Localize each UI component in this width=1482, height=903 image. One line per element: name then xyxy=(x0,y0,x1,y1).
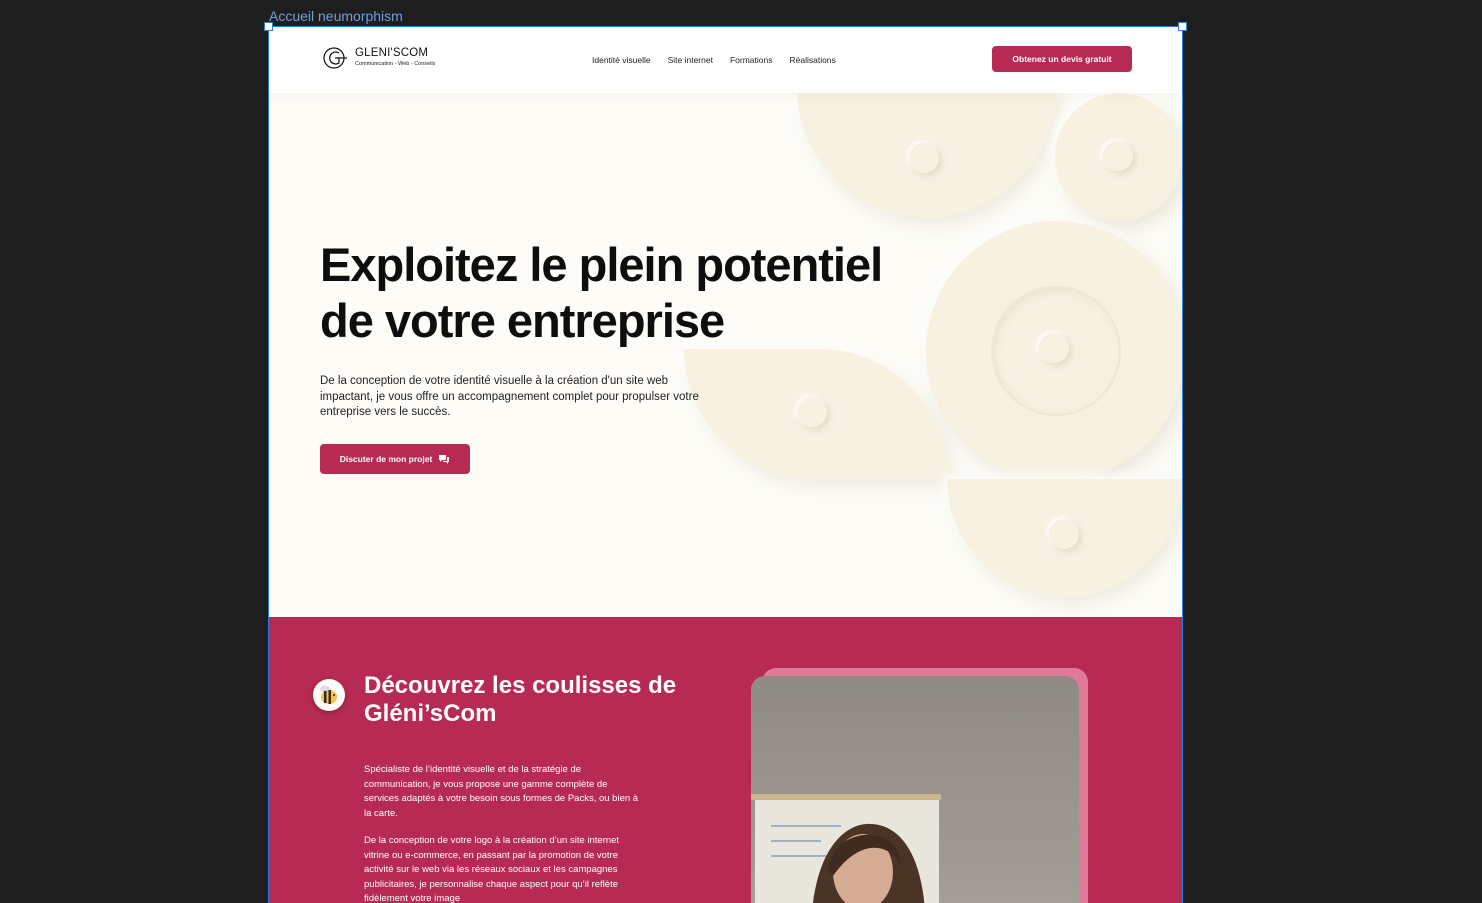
bee-icon xyxy=(313,679,345,711)
chat-icon xyxy=(439,454,450,464)
decor-dot-3 xyxy=(1039,333,1069,363)
decor-dot-5 xyxy=(1049,519,1079,549)
nav-item-formations[interactable]: Formations xyxy=(730,55,773,65)
decor-dot-4 xyxy=(797,397,827,427)
decor-dot-2 xyxy=(1103,141,1133,171)
frame-label: Accueil neumorphism xyxy=(269,8,403,24)
nav-item-identite-visuelle[interactable]: Identité visuelle xyxy=(592,55,651,65)
hero-section: Exploitez le plein potentiel de votre en… xyxy=(269,93,1182,617)
about-paragraph-1: Spécialiste de l’identité visuelle et de… xyxy=(364,764,639,819)
resize-handle-top-right[interactable] xyxy=(1178,22,1187,31)
about-title: Découvrez les coulisses de Gléni’sCom xyxy=(364,672,677,727)
discuss-project-button[interactable]: Discuter de mon projet xyxy=(320,444,470,474)
logo-name: GLENI'SCOM xyxy=(355,47,429,59)
nav-item-site-internet[interactable]: Site internet xyxy=(668,55,713,65)
nav-item-realisations[interactable]: Réalisations xyxy=(789,55,835,65)
founder-photo xyxy=(751,676,1079,903)
hero-description: De la conception de votre identité visue… xyxy=(320,375,699,418)
discuss-project-label: Discuter de mon projet xyxy=(339,454,433,464)
about-section: Découvrez les coulisses de Gléni’sCom Sp… xyxy=(269,617,1182,903)
quote-button[interactable]: Obtenez un devis gratuit xyxy=(992,46,1132,72)
artboard-frame: GLENI'SCOM Communication - Web - Conseil… xyxy=(268,26,1183,903)
main-nav: Identité visuelle Site internet Formatio… xyxy=(592,55,836,65)
hero-title-line2: de votre entreprise xyxy=(320,294,725,347)
hero-title-line1: Exploitez le plein potentiel xyxy=(320,238,883,291)
site-header: GLENI'SCOM Communication - Web - Conseil… xyxy=(269,27,1182,93)
decor-dot-1 xyxy=(909,143,939,173)
about-paragraph-2: De la conception de votre logo à la créa… xyxy=(364,835,620,903)
logo[interactable]: GLENI'SCOM Communication - Web - Conseil… xyxy=(323,45,435,71)
hero-title: Exploitez le plein potentiel de votre en… xyxy=(320,237,960,349)
logo-tagline: Communication - Web - Conseils xyxy=(355,61,436,67)
logo-mark-icon xyxy=(323,47,347,69)
resize-handle-top-left[interactable] xyxy=(264,22,273,31)
